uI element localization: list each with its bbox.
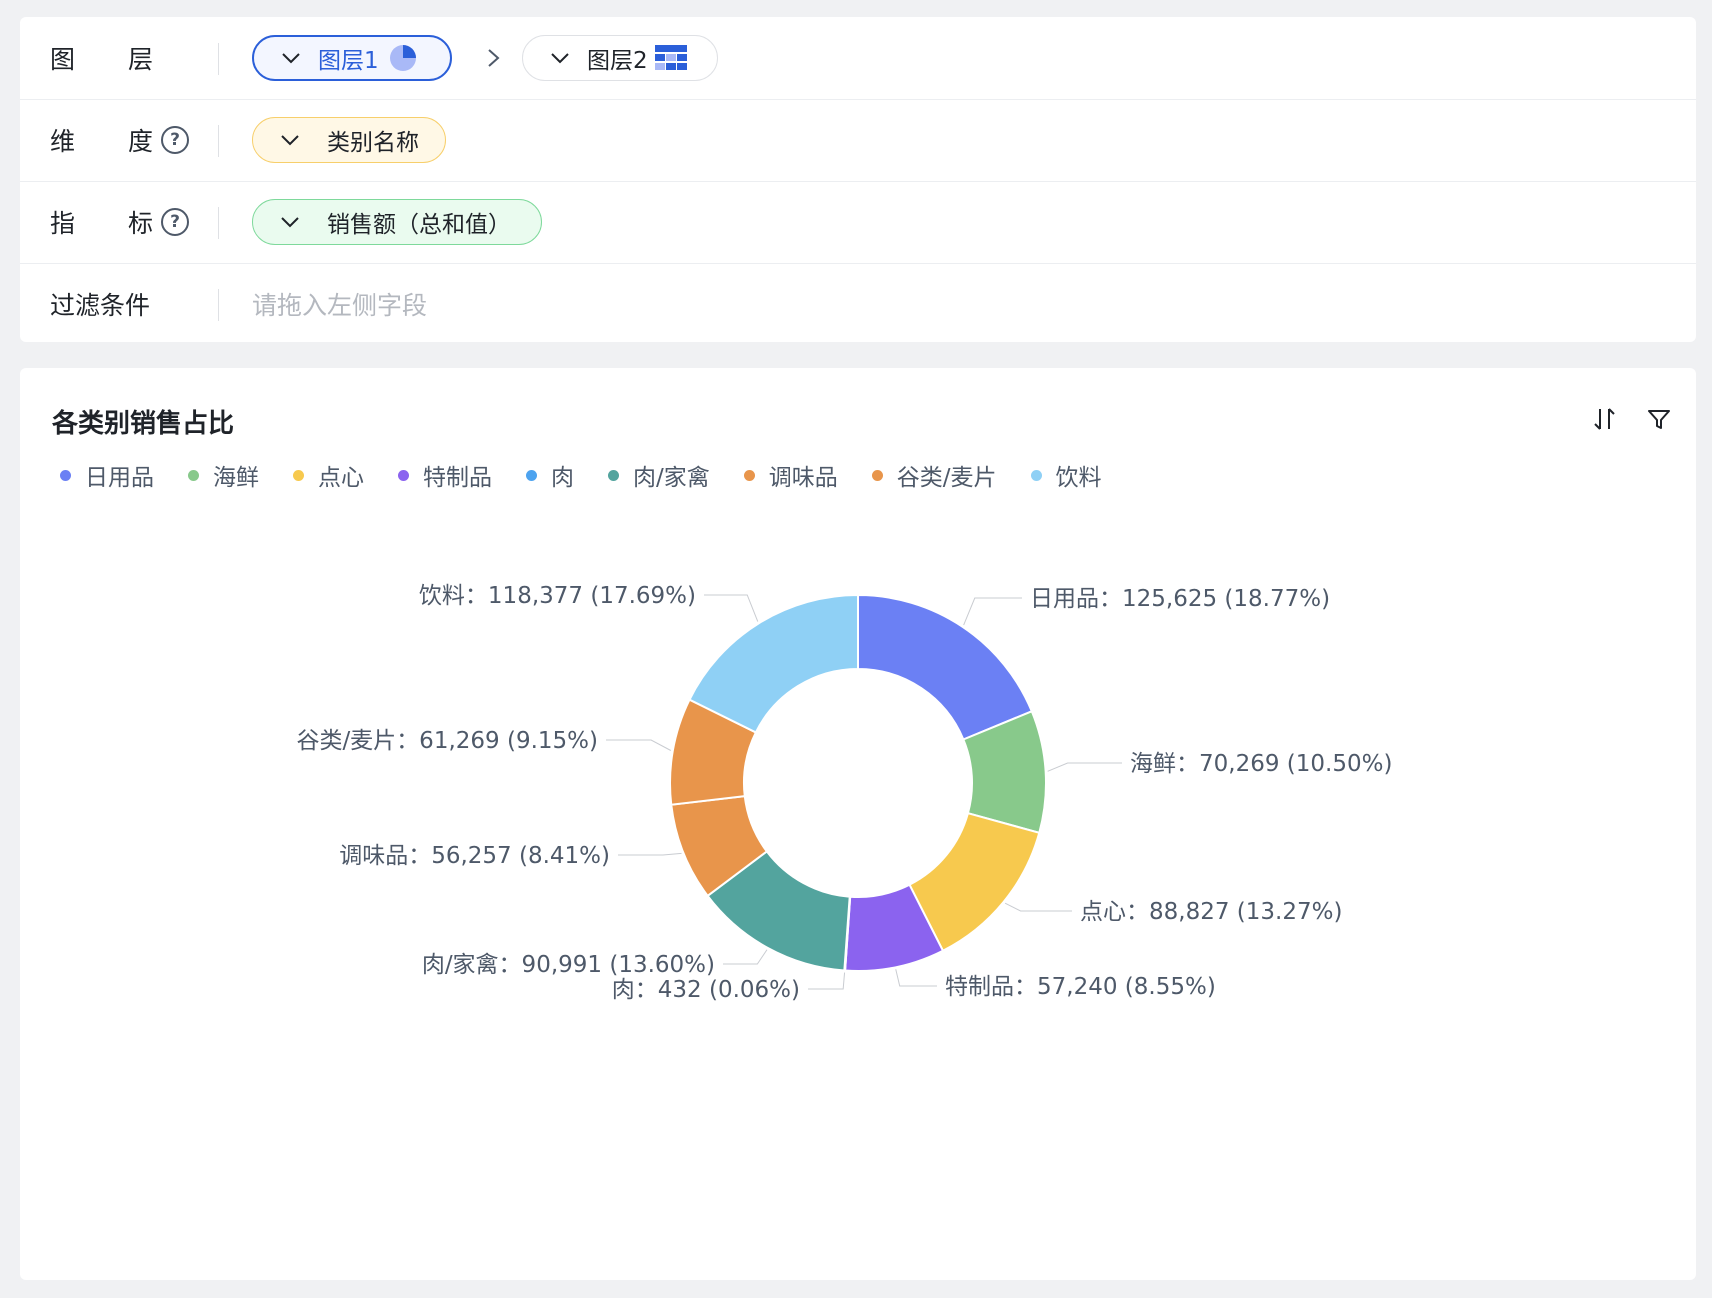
table-icon [654,45,687,70]
config-panel: 图 层 图层1 图层2 维 度 ? 类别名称 指 标 ? 销售额（总和值） 过滤… [20,17,1696,342]
dimension-label-b-text: 度 [128,127,154,156]
dimension-label-a: 维 [50,127,76,156]
row-divider [218,289,219,321]
filter-row: 过滤条件 请拖入左侧字段 [20,263,1696,345]
filter-label: 过滤条件 [50,291,151,320]
leader-line [1004,902,1072,912]
row-divider [218,43,219,75]
metric-label-a: 指 [50,209,76,238]
slice-data-label: 谷类/麦片：61,269 (9.15%) [296,728,598,754]
help-icon[interactable]: ? [161,126,190,154]
metric-label-b: 标 ? [128,181,190,263]
donut-chart: 日用品：125,625 (18.77%) 海鲜：70,269 (10.50%) 点心… [296,583,1392,1003]
chevron-down-icon [281,217,299,228]
donut-slice[interactable] [857,593,1034,741]
layer1-pill[interactable]: 图层1 [252,35,452,81]
chevron-down-icon [551,53,569,64]
leader-line [808,972,846,990]
leader-line [618,852,682,856]
dimension-label-b: 度 ? [128,99,190,181]
leader-line [606,739,672,751]
slice-data-label: 点心：88,827 (13.27%) [1080,899,1342,925]
slice-data-label: 特制品：57,240 (8.55%) [945,974,1216,1000]
leader-line [895,969,937,987]
dimension-pill[interactable]: 类别名称 [252,117,446,163]
slice-data-label: 肉/家禽：90,991 (13.60%) [422,952,715,978]
row-divider [218,125,219,157]
metric-field: 销售额（总和值） [327,212,511,238]
layer2-pill[interactable]: 图层2 [522,35,718,81]
metric-pill[interactable]: 销售额（总和值） [252,199,542,245]
row-divider [218,207,219,239]
leader-line [723,949,768,965]
slice-data-label: 日用品：125,625 (18.77%) [1030,586,1330,612]
slice-data-label: 调味品：56,257 (8.41%) [339,843,610,869]
leader-line [963,597,1022,626]
layer-label-b: 层 [128,45,154,74]
metric-row: 指 标 ? 销售额（总和值） [20,181,1696,264]
dimension-row: 维 度 ? 类别名称 [20,99,1696,182]
slice-data-label: 肉：432 (0.06%) [612,977,800,1003]
slice-data-label: 饮料：118,377 (17.69%) [419,583,696,609]
layer2-name: 图层2 [587,48,648,74]
filter-drop-zone[interactable]: 请拖入左侧字段 [252,263,427,345]
leader-line [704,594,759,622]
chevron-down-icon [282,53,300,64]
chevron-right-icon [488,49,500,67]
chart-panel: 各类别销售占比 日用品 海鲜 点心 特制品肉肉/家禽 调味品 谷类/麦片 饮料 日用品：12… [20,368,1696,1280]
slice-data-label: 海鲜：70,269 (10.50%) [1130,751,1392,777]
donut-slice[interactable] [688,593,859,734]
layer-row: 图 层 图层1 图层2 [20,17,1696,100]
layer-label-a: 图 [50,45,76,74]
leader-line [1047,762,1122,772]
layer1-name: 图层1 [318,48,379,74]
pie-chart-icon [389,45,416,71]
metric-label-b-text: 标 [128,209,154,238]
chevron-down-icon [281,135,299,146]
help-icon[interactable]: ? [161,208,190,236]
dimension-field: 类别名称 [327,130,419,156]
